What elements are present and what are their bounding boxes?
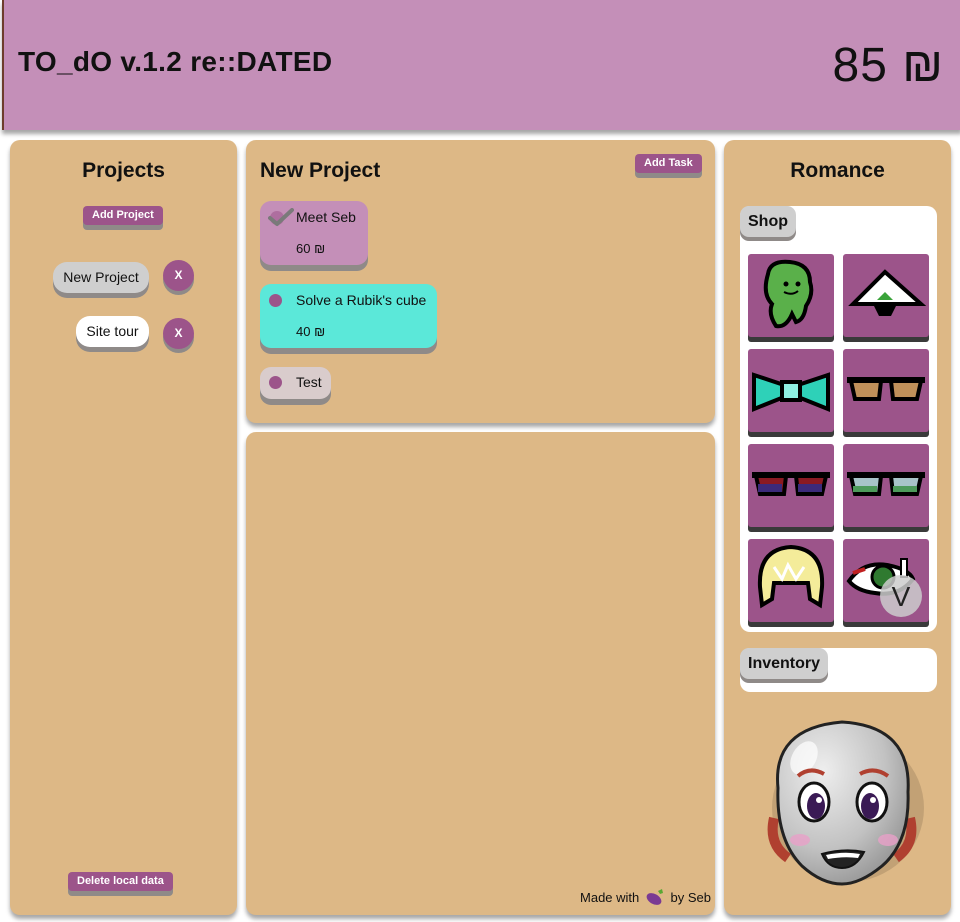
task-status-dot [269,294,282,307]
task-name: Meet Seb [296,209,356,225]
details-panel: Made with by Seb [246,432,715,915]
task-item[interactable]: Solve a Rubik's cube 40 ₪ [260,284,437,348]
eggplant-icon [645,888,665,909]
projects-panel: Projects Add Project New Project X Site … [10,140,237,915]
shop-item-white-hat[interactable] [843,254,929,337]
romance-title: Romance [790,159,885,182]
shop-item-blonde-hair[interactable] [748,539,834,622]
task-name: Test [296,374,322,390]
add-task-button[interactable]: Add Task [635,154,702,173]
task-item[interactable]: Test [260,367,331,399]
task-price: 60 ₪ [296,241,326,256]
task-price: 40 ₪ [296,324,326,339]
money-balance: 85 ₪ [832,39,944,92]
checkmark-icon [268,208,294,233]
app-title: TO_dO v.1.2 re::DATED [18,46,333,77]
tasks-panel: New Project Add Task Meet Seb 60 ₪ Solve… [246,140,715,423]
project-item-new-project[interactable]: New Project [53,262,149,293]
remove-project-button[interactable]: X [163,318,194,349]
project-title: New Project [260,159,381,182]
projects-title: Projects [82,159,165,182]
shop-item-red-sunglasses[interactable] [748,444,834,527]
brown-sunglasses-icon [847,377,925,401]
blonde-hair-icon [757,544,825,609]
task-status-dot [269,376,282,389]
shop-scroll-down-button[interactable]: V [880,575,922,617]
green-blob-icon [763,259,814,329]
red-sunglasses-icon [752,472,830,496]
footer-credit: Made with by Seb [580,888,711,909]
character-avatar [764,718,924,891]
app-header: TO_dO v.1.2 re::DATED 85 ₪ [2,0,960,130]
footer-text: by Seb [670,889,711,905]
romance-panel: Romance Shop V Inventory [724,140,951,915]
task-name: Solve a Rubik's cube [296,292,427,308]
shop-box: Shop V [740,206,937,632]
teal-bowtie-icon [752,372,830,412]
inventory-tab[interactable]: Inventory [740,648,829,679]
blue-sunglasses-icon [847,472,925,496]
shop-item-teal-bowtie[interactable] [748,349,834,432]
delete-local-data-button[interactable]: Delete local data [68,872,173,891]
shop-item-blue-sunglasses[interactable] [843,444,929,527]
white-hat-icon [848,269,927,316]
footer-text: Made with [580,889,640,905]
remove-project-button[interactable]: X [163,260,194,291]
project-item-site-tour[interactable]: Site tour [76,316,149,347]
task-item[interactable]: Meet Seb 60 ₪ [260,201,368,265]
add-project-button[interactable]: Add Project [83,206,163,225]
inventory-box: Inventory [740,648,937,692]
shop-tab[interactable]: Shop [740,206,796,237]
shop-item-green-blob[interactable] [748,254,834,337]
shop-item-brown-sunglasses[interactable] [843,349,929,432]
